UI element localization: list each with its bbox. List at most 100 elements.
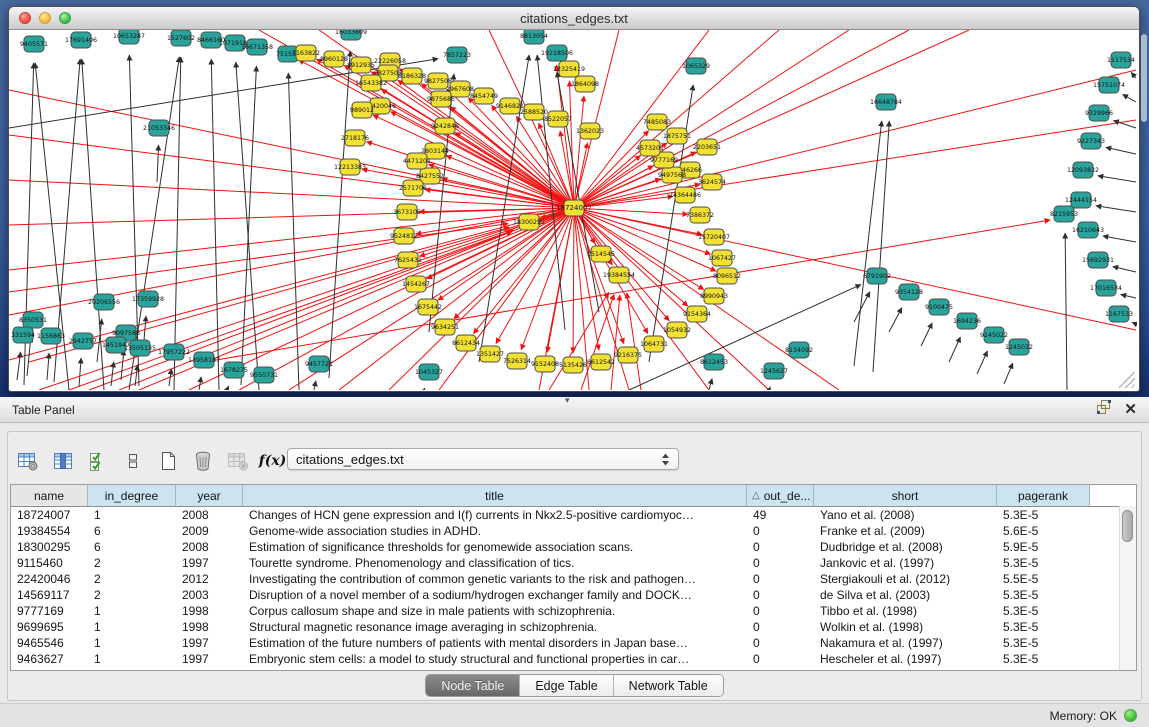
- graph-node[interactable]: 1045327: [415, 364, 443, 380]
- graph-edge[interactable]: [1132, 322, 1136, 324]
- table-cell[interactable]: Structural magnetic resonance image aver…: [243, 620, 747, 634]
- graph-edge[interactable]: [9, 224, 508, 292]
- graph-edge[interactable]: [174, 57, 181, 390]
- graph-edge[interactable]: [9, 180, 574, 208]
- table-cell[interactable]: 6: [88, 540, 176, 554]
- graph-edge[interactable]: [1123, 94, 1136, 102]
- close-window-button[interactable]: [19, 12, 31, 24]
- table-selector-dropdown[interactable]: citations_edges.txt: [287, 448, 679, 470]
- table-cell[interactable]: Wolkin et al. (1998): [814, 620, 997, 634]
- table-cell[interactable]: Embryonic stem cells: a model to study s…: [243, 652, 747, 666]
- table-cell[interactable]: 19384554: [11, 524, 88, 538]
- table-cell[interactable]: 1998: [176, 620, 243, 634]
- table-cell[interactable]: 1998: [176, 604, 243, 618]
- graph-node[interactable]: 5135426: [559, 357, 587, 373]
- graph-edge[interactable]: [1065, 233, 1067, 390]
- column-header-title[interactable]: title: [243, 485, 747, 506]
- graph-node[interactable]: 1362023: [576, 123, 604, 139]
- graph-edge[interactable]: [1113, 267, 1136, 272]
- table-cell[interactable]: 5.3E-5: [997, 588, 1090, 602]
- graph-edge[interactable]: [921, 323, 932, 346]
- column-header-year[interactable]: year: [176, 485, 243, 506]
- graph-node[interactable]: 15720407: [698, 229, 730, 245]
- graph-edge[interactable]: [889, 308, 902, 332]
- graph-edge[interactable]: [69, 230, 514, 390]
- graph-edge[interactable]: [1106, 147, 1136, 154]
- graph-node[interactable]: 8522057: [544, 111, 572, 127]
- graph-node[interactable]: 17016534: [1090, 280, 1122, 296]
- table-cell[interactable]: 0: [747, 636, 814, 650]
- graph-edge[interactable]: [574, 96, 584, 208]
- table-cell[interactable]: 2008: [176, 508, 243, 522]
- table-cell[interactable]: 18724007: [11, 508, 88, 522]
- graph-node[interactable]: 8134092: [785, 342, 813, 358]
- table-cell[interactable]: Hescheler et al. (1997): [814, 652, 997, 666]
- table-cell[interactable]: 0: [747, 524, 814, 538]
- graph-node[interactable]: 989012: [350, 102, 374, 118]
- table-row[interactable]: 977716911998Corpus callosum shape and si…: [11, 603, 1136, 619]
- table-cell[interactable]: 1: [88, 604, 176, 618]
- graph-node[interactable]: 8912935: [347, 57, 375, 73]
- table-row[interactable]: 2242004622012Investigating the contribut…: [11, 571, 1136, 587]
- tab-edge-table[interactable]: Edge Table: [520, 675, 613, 696]
- graph-node[interactable]: 1527602: [167, 30, 195, 46]
- graph-node[interactable]: 1875751: [663, 128, 691, 144]
- table-cell[interactable]: Tibbo et al. (1998): [814, 604, 997, 618]
- table-cell[interactable]: Yano et al. (2008): [814, 508, 997, 522]
- table-cell[interactable]: 0: [747, 556, 814, 570]
- table-cell[interactable]: 5.3E-5: [997, 604, 1090, 618]
- network-canvas[interactable]: 9405571176914061065328715276028466160107…: [9, 30, 1137, 390]
- graph-node[interactable]: 9245022: [980, 327, 1008, 343]
- window-resize-grip[interactable]: [1119, 372, 1135, 388]
- table-cell[interactable]: 9777169: [11, 604, 88, 618]
- graph-edge[interactable]: [949, 337, 960, 362]
- graph-edge[interactable]: [17, 352, 21, 380]
- graph-edge[interactable]: [79, 358, 81, 386]
- table-row[interactable]: 1938455462009Genome-wide association stu…: [11, 523, 1136, 539]
- graph-node[interactable]: 8454749: [470, 88, 498, 104]
- table-cell[interactable]: 6: [88, 524, 176, 538]
- table-cell[interactable]: 2009: [176, 524, 243, 538]
- graph-node[interactable]: 9227343: [1077, 133, 1105, 149]
- graph-edge[interactable]: [1131, 72, 1136, 78]
- graph-node[interactable]: 12093832: [1067, 162, 1099, 178]
- new-file-icon[interactable]: [154, 448, 181, 475]
- tab-network-table[interactable]: Network Table: [614, 675, 723, 696]
- table-cell[interactable]: Stergiakouli et al. (2012): [814, 572, 997, 586]
- graph-node[interactable]: 9497568: [658, 167, 686, 183]
- graph-edge[interactable]: [121, 350, 124, 380]
- graph-node[interactable]: 8096512: [713, 268, 741, 284]
- table-row[interactable]: 1872400712008Changes of HCN gene express…: [11, 507, 1136, 523]
- graph-node[interactable]: 2942757: [69, 333, 97, 349]
- float-panel-icon[interactable]: [1096, 399, 1112, 420]
- table-settings-icon[interactable]: [14, 448, 41, 475]
- graph-edge[interactable]: [574, 70, 1136, 208]
- table-row[interactable]: 969969511998Structural magnetic resonanc…: [11, 619, 1136, 635]
- graph-edge[interactable]: [157, 145, 159, 182]
- table-cell[interactable]: 0: [747, 604, 814, 618]
- table-cell[interactable]: 0: [747, 540, 814, 554]
- table-cell[interactable]: 1: [88, 508, 176, 522]
- table-cell[interactable]: 0: [747, 588, 814, 602]
- graph-node[interactable]: 9457721: [305, 356, 333, 372]
- graph-edge[interactable]: [419, 208, 574, 212]
- table-cell[interactable]: 1: [88, 636, 176, 650]
- graph-edge[interactable]: [1004, 363, 1013, 384]
- graph-node[interactable]: 7163822: [292, 45, 320, 61]
- table-vertical-scrollbar[interactable]: [1119, 506, 1136, 670]
- table-cell[interactable]: 5.3E-5: [997, 620, 1090, 634]
- table-row[interactable]: 911546021997Tourette syndrome. Phenomeno…: [11, 555, 1136, 571]
- table-cell[interactable]: 2003: [176, 588, 243, 602]
- graph-node[interactable]: 13958187: [188, 352, 220, 368]
- table-cell[interactable]: 0: [747, 652, 814, 666]
- graph-node[interactable]: 8350531: [19, 312, 47, 328]
- graph-node[interactable]: 9152408: [531, 356, 559, 372]
- graph-node[interactable]: 4471201: [403, 153, 431, 169]
- graph-node[interactable]: 9524812: [390, 228, 418, 244]
- graph-node[interactable]: 9354128: [895, 284, 923, 300]
- table-cell[interactable]: 18300295: [11, 540, 88, 554]
- desktop-scrollbar[interactable]: [1141, 34, 1147, 122]
- table-cell[interactable]: 49: [747, 508, 814, 522]
- graph-node[interactable]: 9329966: [1085, 105, 1113, 121]
- scrollbar-thumb[interactable]: [1122, 510, 1133, 542]
